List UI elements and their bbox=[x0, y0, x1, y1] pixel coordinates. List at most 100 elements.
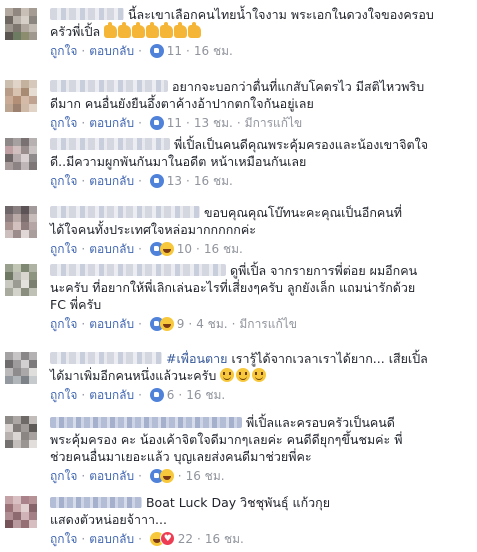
reaction-count[interactable]: 11 bbox=[167, 116, 182, 130]
comment-actions: ถูกใจ · ตอบกลับ · · 16 ชม. bbox=[50, 469, 225, 483]
comment-actions: ถูกใจ·ตอบกลับ· 22·16 ชม. bbox=[50, 531, 471, 547]
comment-actions: ถูกใจ · ตอบกลับ · 11 · 13 ชม. · มีการแก้ไข bbox=[50, 116, 303, 130]
comment-body: ดูพี่เปิ้ล จากรายการพี่ต่อย ผมอีกคน นะคร… bbox=[50, 262, 471, 332]
comment-text: ได้มาเพิ่มอีกคนหนึ่งแล้วนะครับ bbox=[50, 368, 217, 383]
comment-text: เรารู้ได้จากเวลาเราได้ยาก... เสียเปิ้ล bbox=[231, 351, 428, 366]
comment-actions: ถูกใจ · ตอบกลับ · 9 · 4 ชม. · มีการแก้ไข bbox=[50, 317, 297, 331]
haha-reaction-icon[interactable] bbox=[159, 317, 174, 331]
like-link[interactable]: ถูกใจ bbox=[50, 317, 77, 331]
comment-body: นี้ละเขาเลือกคนไทยน้ำใจงาม พระเอกในดวงใจ… bbox=[50, 6, 471, 59]
thumbs-up-emoji bbox=[174, 22, 188, 38]
thumbs-up-emoji bbox=[160, 22, 174, 38]
reply-link[interactable]: ตอบกลับ bbox=[89, 44, 134, 58]
comment-text: ได้ใจคนทั้งประเทศใจหล่อมากกกกกค่ะ bbox=[50, 222, 256, 237]
reply-link[interactable]: ตอบกลับ bbox=[89, 532, 134, 546]
comment-timestamp[interactable]: 16 ชม. bbox=[186, 469, 225, 483]
reaction-count[interactable]: 22 bbox=[178, 532, 193, 546]
thumbs-up-emoji bbox=[188, 22, 202, 38]
commenter-name[interactable] bbox=[50, 80, 168, 92]
like-link[interactable]: ถูกใจ bbox=[50, 388, 77, 402]
haha-reaction-icon[interactable] bbox=[159, 469, 174, 483]
thumbs-up-emoji bbox=[104, 22, 118, 38]
comment-feed: นี้ละเขาเลือกคนไทยน้ำใจงาม พระเอกในดวงใจ… bbox=[0, 0, 477, 552]
like-reaction-icon[interactable] bbox=[149, 44, 164, 58]
reply-link[interactable]: ตอบกลับ bbox=[89, 388, 134, 402]
comment-text: ดูพี่เปิ้ล จากรายการพี่ต่อย ผมอีกคน bbox=[229, 263, 418, 278]
avatar[interactable] bbox=[5, 496, 37, 528]
reply-link[interactable]: ตอบกลับ bbox=[89, 116, 134, 130]
commenter-name[interactable] bbox=[50, 8, 124, 20]
comment-text: พี่เปิ้ลและครอบครัวเป็นคนดี bbox=[245, 415, 395, 430]
like-reaction-icon[interactable] bbox=[149, 116, 164, 130]
comment-actions: ถูกใจ · ตอบกลับ · 13 · 16 ชม. bbox=[50, 174, 233, 188]
edited-label[interactable]: มีการแก้ไข bbox=[239, 317, 297, 331]
comment-actions: ถูกใจ · ตอบกลับ · 11 · 16 ชม. bbox=[50, 44, 233, 58]
edited-label[interactable]: มีการแก้ไข bbox=[245, 116, 303, 130]
thumbs-up-emoji bbox=[118, 22, 132, 38]
comment-text: นี้ละเขาเลือกคนไทยน้ำใจงาม พระเอกในดวงใจ… bbox=[127, 7, 434, 22]
comment-timestamp[interactable]: 16 ชม. bbox=[205, 532, 244, 546]
comment-body: พี่เปิ้ลเป็นคนดีคุณพระคุ้มครองและน้องเขา… bbox=[50, 136, 471, 189]
comment-actions: ถูกใจ · ตอบกลับ · 10 · 16 ชม. bbox=[50, 242, 243, 256]
comment-timestamp[interactable]: 16 ชม. bbox=[194, 174, 233, 188]
commenter-name[interactable] bbox=[50, 497, 142, 508]
commenter-name[interactable] bbox=[50, 352, 162, 364]
like-reaction-icon[interactable] bbox=[149, 174, 164, 188]
comment-body: อยากจะบอกว่าตื่นที่แกสับโคตรไว มีสติไหวพ… bbox=[50, 78, 471, 131]
comment-timestamp[interactable]: 16 ชม. bbox=[194, 44, 233, 58]
comment-timestamp[interactable]: 4 ชม. bbox=[196, 317, 227, 331]
comment-body: #เพื่อนตาย เรารู้ได้จากเวลาเราได้ยาก... … bbox=[50, 350, 471, 403]
comment-text: ดีมาก คนอื่นยังยืนอึ้งตาค้างอ้าปากตกใจกั… bbox=[50, 96, 314, 111]
like-link[interactable]: ถูกใจ bbox=[50, 44, 77, 58]
comment-text: Boat Luck Day วิชชุพันธุ์ แก้วกุย bbox=[145, 495, 331, 510]
smile-emoji bbox=[236, 368, 251, 382]
reply-link[interactable]: ตอบกลับ bbox=[89, 469, 134, 483]
reply-link[interactable]: ตอบกลับ bbox=[89, 242, 134, 256]
like-link[interactable]: ถูกใจ bbox=[50, 174, 77, 188]
avatar[interactable] bbox=[5, 352, 37, 384]
smile-emoji bbox=[252, 368, 267, 382]
like-link[interactable]: ถูกใจ bbox=[50, 242, 77, 256]
thumbs-up-emoji bbox=[146, 22, 160, 38]
avatar[interactable] bbox=[5, 206, 37, 238]
comment-timestamp[interactable]: 13 ชม. bbox=[194, 116, 233, 130]
comment-body: ขอบคุณคุณโบ๊ทนะคะคุณเป็นอีกคนที่ ได้ใจคน… bbox=[50, 204, 471, 257]
commenter-name[interactable] bbox=[50, 264, 226, 276]
like-reaction-icon[interactable] bbox=[149, 388, 164, 402]
comment-text: ช่วยคนอื่นมาเยอะแล้ว บุญเลยส่งคนดีมาช่วย… bbox=[50, 449, 312, 464]
comment-text: พระคุ้มครอง คะ น้องเค้าจิตใจดีมากๆเลยค่ะ… bbox=[50, 432, 403, 447]
avatar[interactable] bbox=[5, 264, 37, 296]
comment-text: แสดงตัวหน่อยจ้าาา... bbox=[50, 512, 167, 527]
avatar[interactable] bbox=[5, 416, 37, 448]
reaction-count[interactable]: 13 bbox=[167, 174, 182, 188]
like-link[interactable]: ถูกใจ bbox=[50, 116, 77, 130]
avatar[interactable] bbox=[5, 8, 37, 40]
comment-text: นะครับ ที่อยากให้พี่เลิกเล่นอะไรที่เสี่ย… bbox=[50, 280, 416, 295]
like-link[interactable]: ถูกใจ bbox=[50, 532, 77, 546]
comment-body: พี่เปิ้ลและครอบครัวเป็นคนดี พระคุ้มครอง … bbox=[50, 414, 471, 484]
reaction-count[interactable]: 10 bbox=[177, 242, 192, 256]
comment-body: Boat Luck Day วิชชุพันธุ์ แก้วกุย แสดงตั… bbox=[50, 494, 471, 547]
comment-text: ครัวพี่เปิ้ล bbox=[50, 24, 101, 39]
comment-text: อยากจะบอกว่าตื่นที่แกสับโคตรไว มีสติไหวพ… bbox=[171, 79, 425, 94]
thumbs-up-emoji bbox=[132, 22, 146, 38]
comment-text: พี่เปิ้ลเป็นคนดีคุณพระคุ้มครองและน้องเขา… bbox=[173, 137, 429, 152]
hashtag-link[interactable]: #เพื่อนตาย bbox=[166, 351, 228, 366]
comment-text: FC พี่ครับ bbox=[50, 297, 102, 312]
commenter-name[interactable] bbox=[50, 206, 200, 218]
reply-link[interactable]: ตอบกลับ bbox=[89, 317, 134, 331]
comment-text: ขอบคุณคุณโบ๊ทนะคะคุณเป็นอีกคนที่ bbox=[203, 205, 403, 220]
commenter-name[interactable] bbox=[50, 138, 170, 150]
reaction-count[interactable]: 6 bbox=[167, 388, 175, 402]
avatar[interactable] bbox=[5, 138, 37, 170]
like-link[interactable]: ถูกใจ bbox=[50, 469, 77, 483]
commenter-name[interactable] bbox=[50, 417, 242, 428]
love-reaction-icon[interactable] bbox=[159, 531, 175, 547]
comment-timestamp[interactable]: 16 ชม. bbox=[186, 388, 225, 402]
haha-reaction-icon[interactable] bbox=[159, 242, 174, 256]
reply-link[interactable]: ตอบกลับ bbox=[89, 174, 134, 188]
avatar[interactable] bbox=[5, 80, 37, 112]
reaction-count[interactable]: 11 bbox=[167, 44, 182, 58]
comment-timestamp[interactable]: 16 ชม. bbox=[204, 242, 243, 256]
reaction-count[interactable]: 9 bbox=[177, 317, 185, 331]
